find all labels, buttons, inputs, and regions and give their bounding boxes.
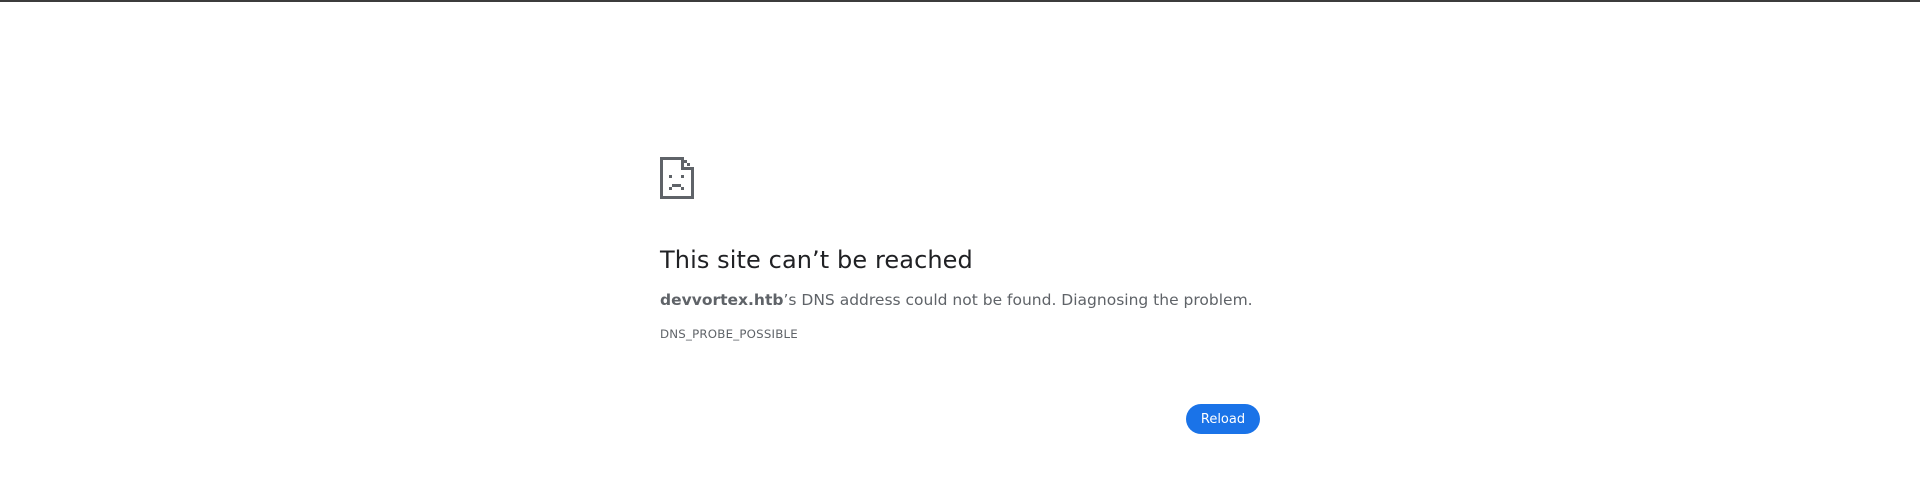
error-container: This site can’t be reached devvortex.htb… <box>660 157 1260 342</box>
sad-file-icon <box>660 157 694 199</box>
error-code: DNS_PROBE_POSSIBLE <box>660 327 798 341</box>
error-description: devvortex.htb’s DNS address could not be… <box>660 290 1260 310</box>
error-description-text: ’s DNS address could not be found. Diagn… <box>783 291 1253 309</box>
page-title: This site can’t be reached <box>660 246 973 274</box>
error-host: devvortex.htb <box>660 291 784 309</box>
reload-button[interactable]: Reload <box>1186 404 1260 434</box>
window-top-border <box>0 0 1920 2</box>
